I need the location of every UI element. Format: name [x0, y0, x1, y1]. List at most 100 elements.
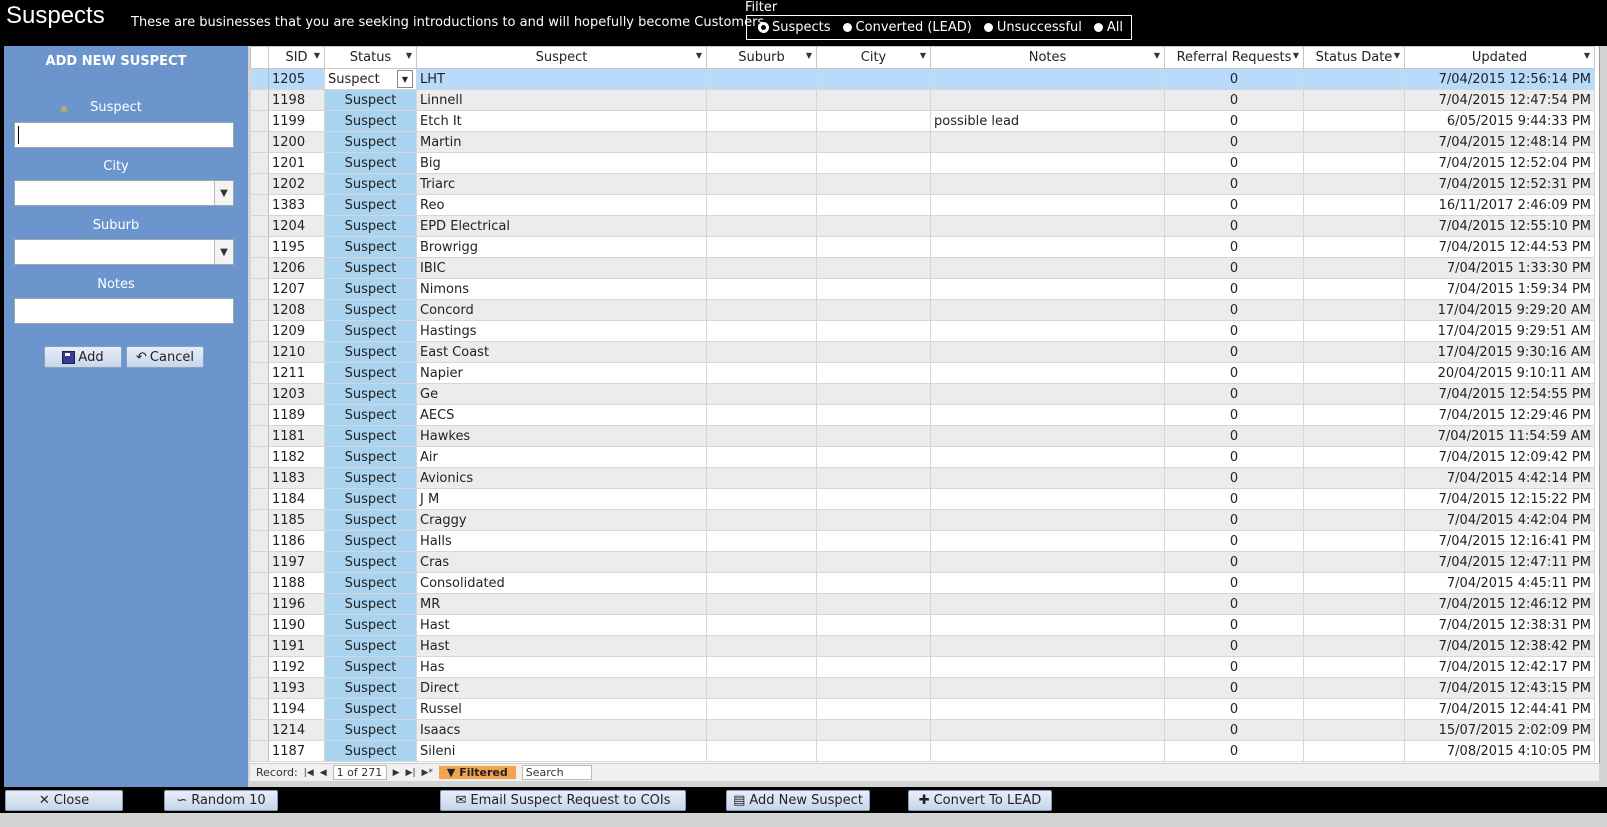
row-selector[interactable]: [250, 656, 269, 678]
cell-updated[interactable]: 7/04/2015 12:46:12 PM: [1404, 593, 1595, 615]
cell-updated[interactable]: 17/04/2015 9:29:51 AM: [1404, 320, 1595, 342]
table-row[interactable]: 1210 Suspect East Coast 0 17/04/2015 9:30:16…: [250, 341, 1595, 363]
cell-status-date[interactable]: [1303, 593, 1405, 615]
cell-city[interactable]: [816, 257, 931, 279]
cell-suspect[interactable]: Halls: [416, 530, 707, 552]
cell-referrals[interactable]: 0: [1164, 530, 1304, 552]
cell-updated[interactable]: 7/04/2015 12:56:14 PM: [1404, 68, 1595, 90]
cell-status[interactable]: Suspect: [324, 152, 417, 174]
row-selector[interactable]: [250, 698, 269, 720]
cell-suspect[interactable]: Hawkes: [416, 425, 707, 447]
cell-updated[interactable]: 7/04/2015 12:54:55 PM: [1404, 383, 1595, 405]
cell-suburb[interactable]: [706, 530, 817, 552]
cell-referrals[interactable]: 0: [1164, 572, 1304, 594]
cell-suburb[interactable]: [706, 257, 817, 279]
cell-referrals[interactable]: 0: [1164, 278, 1304, 300]
sort-dropdown-icon[interactable]: ▼: [1293, 51, 1299, 60]
cell-sid[interactable]: 1200: [268, 131, 325, 153]
filter-converted-radio[interactable]: Converted (LEAD): [842, 20, 972, 35]
table-row[interactable]: 1186 Suspect Halls 0 7/04/2015 12:16:41 PM: [250, 530, 1595, 552]
cell-referrals[interactable]: 0: [1164, 719, 1304, 741]
cell-suspect[interactable]: Hastings: [416, 320, 707, 342]
sort-dropdown-icon[interactable]: ▼: [806, 51, 812, 60]
cell-referrals[interactable]: 0: [1164, 173, 1304, 195]
cell-notes[interactable]: [930, 236, 1165, 258]
cell-sid[interactable]: 1206: [268, 257, 325, 279]
row-selector[interactable]: [250, 215, 269, 237]
cell-suspect[interactable]: Sileni: [416, 740, 707, 762]
cell-updated[interactable]: 7/04/2015 1:33:30 PM: [1404, 257, 1595, 279]
row-selector[interactable]: [250, 593, 269, 615]
row-selector[interactable]: [250, 320, 269, 342]
cell-status[interactable]: Suspect: [324, 299, 417, 321]
cell-status[interactable]: Suspect: [324, 698, 417, 720]
cell-city[interactable]: [816, 614, 931, 636]
cell-city[interactable]: [816, 740, 931, 762]
suspect-input[interactable]: [14, 122, 234, 148]
cell-referrals[interactable]: 0: [1164, 593, 1304, 615]
cell-suburb[interactable]: [706, 551, 817, 573]
cell-suspect[interactable]: Craggy: [416, 509, 707, 531]
cell-notes[interactable]: [930, 173, 1165, 195]
cell-status-date[interactable]: [1303, 488, 1405, 510]
cell-status-date[interactable]: [1303, 467, 1405, 489]
cell-updated[interactable]: 7/04/2015 12:52:31 PM: [1404, 173, 1595, 195]
cell-status-date[interactable]: [1303, 530, 1405, 552]
cell-notes[interactable]: [930, 341, 1165, 363]
cell-status-date[interactable]: [1303, 614, 1405, 636]
cell-status[interactable]: Suspect: [324, 740, 417, 762]
cell-status-date[interactable]: [1303, 572, 1405, 594]
cell-referrals[interactable]: 0: [1164, 635, 1304, 657]
row-selector[interactable]: [250, 173, 269, 195]
cell-suburb[interactable]: [706, 719, 817, 741]
cell-suburb[interactable]: [706, 677, 817, 699]
column-header-status-date[interactable]: Status Date ▼: [1303, 46, 1405, 69]
cell-sid[interactable]: 1189: [268, 404, 325, 426]
row-selector[interactable]: [250, 131, 269, 153]
table-row[interactable]: 1203 Suspect Ge 0 7/04/2015 12:54:55 PM: [250, 383, 1595, 405]
suburb-combo[interactable]: ▼: [14, 239, 234, 265]
table-row[interactable]: 1202 Suspect Triarc 0 7/04/2015 12:52:31 PM: [250, 173, 1595, 195]
cell-suburb[interactable]: [706, 215, 817, 237]
cell-referrals[interactable]: 0: [1164, 446, 1304, 468]
cell-status[interactable]: Suspect: [324, 236, 417, 258]
city-combo[interactable]: ▼: [14, 180, 234, 206]
table-row[interactable]: 1182 Suspect Air 0 7/04/2015 12:09:42 PM: [250, 446, 1595, 468]
cell-status-date[interactable]: [1303, 131, 1405, 153]
cell-suburb[interactable]: [706, 593, 817, 615]
cell-suburb[interactable]: [706, 362, 817, 384]
cell-referrals[interactable]: 0: [1164, 110, 1304, 132]
cell-notes[interactable]: [930, 614, 1165, 636]
cell-status-date[interactable]: [1303, 299, 1405, 321]
cell-status[interactable]: Suspect: [324, 719, 417, 741]
cell-referrals[interactable]: 0: [1164, 614, 1304, 636]
cell-referrals[interactable]: 0: [1164, 236, 1304, 258]
cell-suspect[interactable]: Cras: [416, 551, 707, 573]
cell-notes[interactable]: [930, 635, 1165, 657]
cell-sid[interactable]: 1201: [268, 152, 325, 174]
cell-updated[interactable]: 7/04/2015 12:16:41 PM: [1404, 530, 1595, 552]
row-selector[interactable]: [250, 677, 269, 699]
cell-status[interactable]: Suspect: [324, 572, 417, 594]
cell-updated[interactable]: 7/04/2015 12:47:54 PM: [1404, 89, 1595, 111]
cell-notes[interactable]: [930, 320, 1165, 342]
cell-suburb[interactable]: [706, 236, 817, 258]
cell-updated[interactable]: 7/04/2015 12:55:10 PM: [1404, 215, 1595, 237]
cell-status-date[interactable]: [1303, 404, 1405, 426]
cell-suspect[interactable]: Russel: [416, 698, 707, 720]
cell-suspect[interactable]: Direct: [416, 677, 707, 699]
cell-sid[interactable]: 1205: [268, 68, 325, 90]
column-header-suspect[interactable]: Suspect ▼: [416, 46, 707, 69]
cell-suburb[interactable]: [706, 383, 817, 405]
cell-city[interactable]: [816, 509, 931, 531]
sort-dropdown-icon[interactable]: ▼: [1154, 51, 1160, 60]
row-selector[interactable]: [250, 614, 269, 636]
cell-updated[interactable]: 7/04/2015 12:44:41 PM: [1404, 698, 1595, 720]
chevron-down-icon[interactable]: ▼: [214, 240, 233, 264]
cell-updated[interactable]: 7/08/2015 4:10:05 PM: [1404, 740, 1595, 762]
cell-suburb[interactable]: [706, 194, 817, 216]
cell-status-date[interactable]: [1303, 278, 1405, 300]
row-selector[interactable]: [250, 509, 269, 531]
cell-city[interactable]: [816, 719, 931, 741]
cell-notes[interactable]: [930, 68, 1165, 90]
